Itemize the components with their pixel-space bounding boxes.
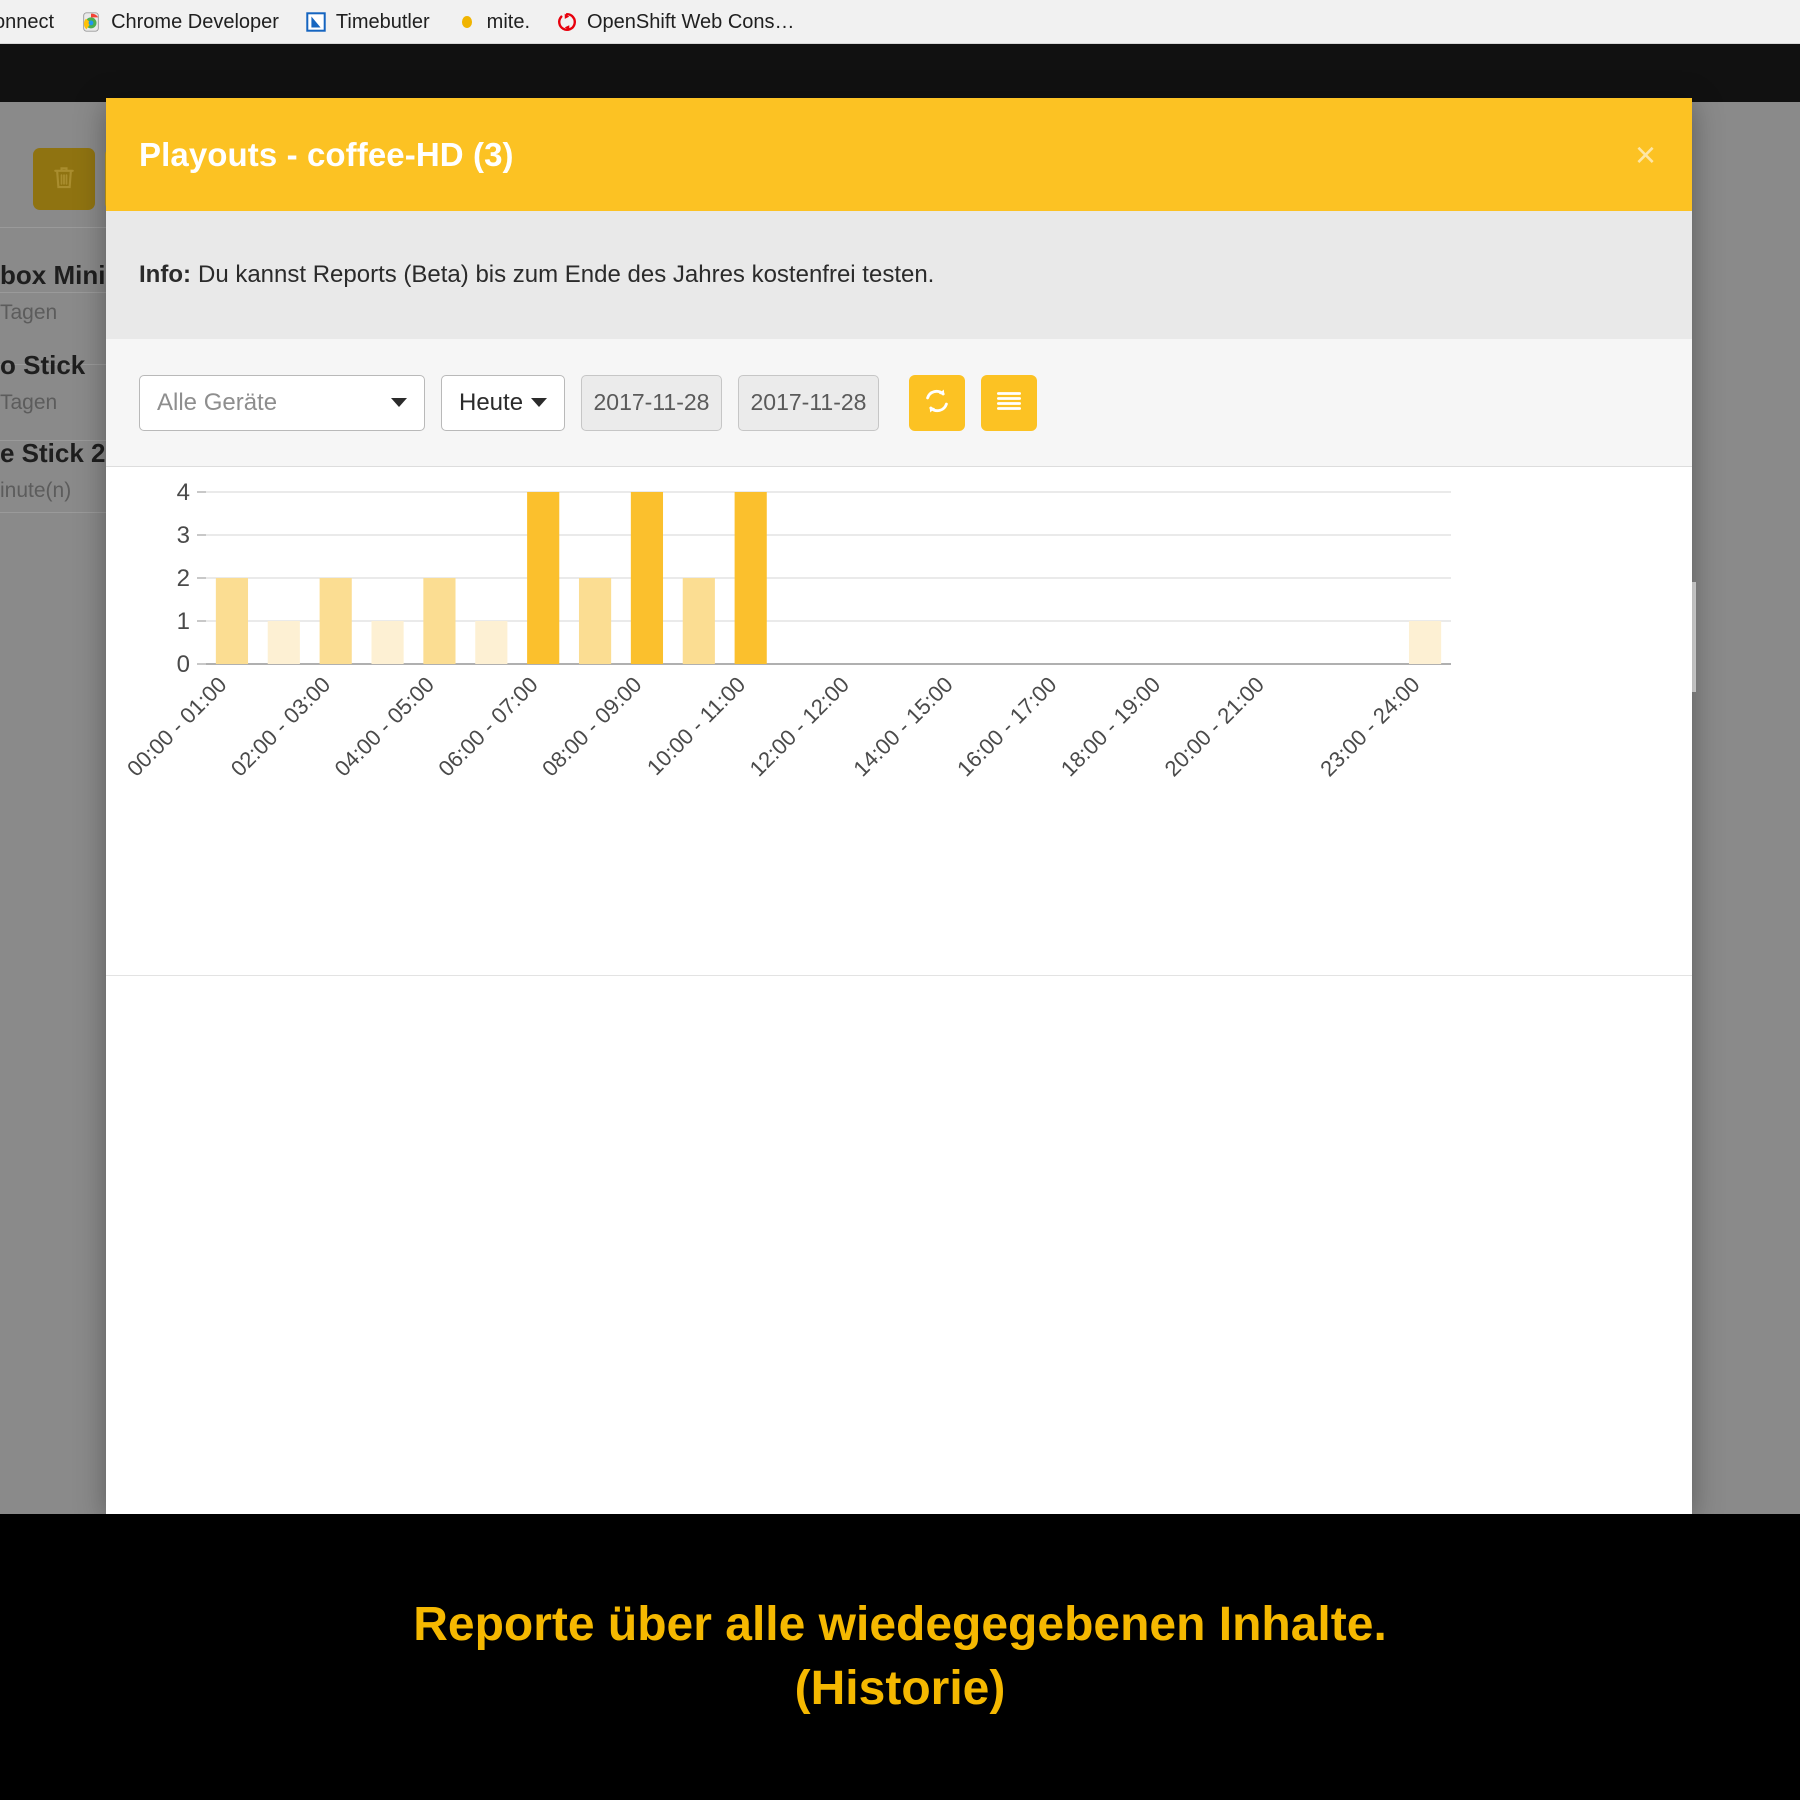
caption-line-2: (Historie) <box>794 1662 1006 1715</box>
svg-text:23:00 - 24:00: 23:00 - 24:00 <box>1315 672 1424 781</box>
chevron-down-icon <box>531 398 547 407</box>
refresh-button[interactable] <box>909 374 965 431</box>
background-item-subtitle: Tagen <box>0 301 58 324</box>
modal-title: Playouts - coffee-HD (3) <box>139 135 514 173</box>
date-from-input[interactable]: 2017-11-28 <box>581 374 722 431</box>
bookmark-label: onnect <box>0 10 55 33</box>
trash-icon <box>49 162 79 197</box>
background-toolbar <box>0 130 167 210</box>
range-select-value: Heute <box>459 388 524 416</box>
info-banner: Info: Du kannst Reports (Beta) bis zum E… <box>106 211 1692 339</box>
mite-dot-icon <box>456 11 478 33</box>
svg-text:06:00 - 07:00: 06:00 - 07:00 <box>433 672 542 781</box>
bookmark-label: mite. <box>486 10 530 33</box>
background-item-title: box Mini <box>0 260 106 290</box>
svg-text:4: 4 <box>177 479 190 506</box>
bookmark-item-chrome-developer[interactable]: Chrome Developer <box>67 5 292 39</box>
svg-text:16:00 - 17:00: 16:00 - 17:00 <box>952 672 1061 781</box>
modal-header: Playouts - coffee-HD (3) × <box>106 98 1692 211</box>
bookmark-item-openshift[interactable]: OpenShift Web Cons… <box>543 5 808 39</box>
svg-text:04:00 - 05:00: 04:00 - 05:00 <box>330 672 439 781</box>
svg-text:02:00 - 03:00: 02:00 - 03:00 <box>226 672 335 781</box>
chevron-down-icon <box>391 398 407 407</box>
bookmark-label: OpenShift Web Cons… <box>587 10 795 33</box>
browser-bookmarks-bar: onnect Chrome Developer Timebutler mite.… <box>0 0 1800 44</box>
info-prefix: Info: <box>139 261 191 288</box>
bookmark-label: Chrome Developer <box>111 10 279 33</box>
playouts-bar-chart: 0 1 2 3 4 00:00 - 01:00 02:00 - 03:00 04:00 - 0… <box>106 467 1692 976</box>
svg-text:20:00 - 21:00: 20:00 - 21:00 <box>1160 672 1269 781</box>
svg-text:3: 3 <box>177 522 190 549</box>
bar-chart-svg: 0 1 2 3 4 00:00 - 01:0002:00 - 03:0004:00 - 0… <box>122 479 1451 781</box>
svg-text:12:00 - 12:00: 12:00 - 12:00 <box>745 672 854 781</box>
list-view-button[interactable] <box>981 374 1037 431</box>
background-item-title: e Stick 2 - S <box>0 438 146 468</box>
page-dark-band <box>0 44 1800 102</box>
background-item-subtitle: Tagen <box>0 391 58 414</box>
background-item-subtitle: inute(n) <box>0 479 72 502</box>
svg-text:00:00 - 01:00: 00:00 - 01:00 <box>122 672 231 781</box>
background-divider <box>0 512 110 513</box>
svg-text:10:00 - 11:00: 10:00 - 11:00 <box>642 672 750 780</box>
bookmark-item-onnect[interactable]: onnect <box>0 5 67 39</box>
device-select-value: Alle Geräte <box>157 388 278 416</box>
bookmark-item-mite[interactable]: mite. <box>443 5 543 39</box>
svg-text:08:00 - 09:00: 08:00 - 09:00 <box>537 672 646 781</box>
background-list-item[interactable]: o Stick Tagen <box>0 352 110 413</box>
svg-text:18:00 - 19:00: 18:00 - 19:00 <box>1056 672 1165 781</box>
filter-toolbar: Alle Geräte Heute 2017-11-28 2017-11-28 <box>106 339 1692 467</box>
close-icon[interactable]: × <box>1627 133 1664 177</box>
svg-text:1: 1 <box>177 608 190 635</box>
svg-text:2: 2 <box>177 565 190 592</box>
background-list-item[interactable]: box Mini Tagen <box>0 262 110 323</box>
caption-line-1: Reporte über alle wiedegegebenen Inhalte… <box>413 1598 1387 1651</box>
modal-body-empty-area <box>106 976 1692 1514</box>
date-to-input[interactable]: 2017-11-28 <box>738 374 879 431</box>
background-list-item[interactable]: e Stick 2 - S inute(n) <box>0 438 146 502</box>
info-text: Du kannst Reports (Beta) bis zum Ende de… <box>197 261 935 288</box>
background-delete-button[interactable] <box>33 148 95 210</box>
playouts-modal: Playouts - coffee-HD (3) × Info: Du kann… <box>106 98 1692 1514</box>
range-select[interactable]: Heute <box>441 374 565 431</box>
bookmark-label: Timebutler <box>335 10 430 33</box>
chrome-dev-icon <box>80 11 102 33</box>
bookmark-item-timebutler[interactable]: Timebutler <box>292 5 443 39</box>
slide-caption: Reporte über alle wiedegegebenen Inhalte… <box>0 1514 1800 1800</box>
svg-text:14:00 - 15:00: 14:00 - 15:00 <box>848 672 957 781</box>
refresh-icon <box>922 386 952 419</box>
background-item-title: o Stick <box>0 350 86 380</box>
list-icon <box>994 386 1024 419</box>
device-select[interactable]: Alle Geräte <box>139 374 425 431</box>
svg-text:0: 0 <box>177 651 190 678</box>
background-divider <box>0 227 110 228</box>
timebutler-icon <box>305 11 327 33</box>
openshift-icon <box>556 11 578 33</box>
